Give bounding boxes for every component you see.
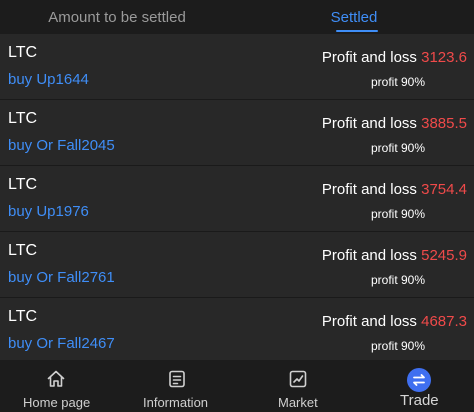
coin-name: LTC	[8, 176, 38, 193]
profit-and-loss-label: Profit and loss	[321, 313, 417, 330]
tab-bar: Amount to be settled Settled	[0, 0, 474, 34]
profit-and-loss-value: 3885.5	[421, 115, 467, 132]
list-item[interactable]: LTC buy Up1976 Profit and loss 3754.4 pr…	[0, 166, 474, 232]
active-tab-indicator	[336, 30, 378, 32]
nav-label-information: Information	[143, 395, 209, 410]
profit-and-loss-label: Profit and loss	[321, 49, 417, 66]
nav-label-trade: Trade	[400, 392, 439, 409]
nav-label-home: Home page	[23, 395, 91, 410]
tab-label: Settled	[330, 8, 378, 26]
list-item[interactable]: LTC buy Up1644 Profit and loss 3123.6 pr…	[0, 34, 474, 100]
profit-and-loss-value: 5245.9	[421, 247, 467, 264]
list-item[interactable]: LTC buy Or Fall2467 Profit and loss 4687…	[0, 298, 474, 362]
profit-rate: profit 90%	[370, 339, 425, 353]
profit-rate: profit 90%	[370, 141, 425, 155]
nav-item-market[interactable]: Market	[240, 360, 356, 412]
list-item[interactable]: LTC buy Or Fall2045 Profit and loss 3885…	[0, 100, 474, 166]
document-icon	[169, 370, 185, 388]
profit-and-loss: Profit and loss 3123.6	[322, 49, 467, 66]
coin-name: LTC	[8, 44, 38, 61]
tab-label: Amount to be settled	[48, 8, 186, 26]
list-item[interactable]: LTC buy Or Fall2761 Profit and loss 5245…	[0, 232, 474, 298]
nav-item-information[interactable]: Information	[114, 360, 240, 412]
profit-rate: profit 90%	[370, 207, 425, 221]
profit-and-loss-value: 4687.3	[421, 313, 467, 330]
trade-direction: buy Or Fall2467	[8, 335, 115, 352]
trade-direction: buy Up1976	[8, 203, 89, 220]
profit-rate: profit 90%	[370, 273, 425, 287]
profit-and-loss-value: 3123.6	[421, 49, 467, 66]
nav-item-home[interactable]: Home page	[0, 360, 114, 412]
profit-and-loss: Profit and loss 4687.3	[322, 313, 467, 330]
chart-icon	[289, 370, 307, 388]
coin-name: LTC	[8, 242, 38, 259]
swap-arrows-glyph	[413, 374, 425, 386]
swap-icon	[407, 368, 431, 392]
profit-and-loss: Profit and loss 5245.9	[322, 247, 467, 264]
profit-rate: profit 90%	[370, 75, 425, 89]
profit-and-loss-label: Profit and loss	[321, 247, 417, 264]
profit-and-loss-label: Profit and loss	[321, 115, 417, 132]
nav-item-trade[interactable]: Trade	[356, 360, 474, 412]
profit-and-loss-label: Profit and loss	[321, 181, 417, 198]
coin-name: LTC	[8, 308, 38, 325]
profit-and-loss-value: 3754.4	[421, 181, 467, 198]
trade-direction: buy Up1644	[8, 71, 89, 88]
trade-direction: buy Or Fall2045	[8, 137, 115, 154]
profit-and-loss: Profit and loss 3885.5	[322, 115, 467, 132]
nav-label-market: Market	[278, 395, 318, 410]
profit-and-loss: Profit and loss 3754.4	[322, 181, 467, 198]
tab-amount-to-be-settled[interactable]: Amount to be settled	[0, 0, 234, 34]
settled-orders-list: LTC buy Up1644 Profit and loss 3123.6 pr…	[0, 34, 474, 362]
home-icon	[47, 370, 65, 387]
trade-direction: buy Or Fall2761	[8, 269, 115, 286]
bottom-navigation: Home page Information Market Trade	[0, 360, 474, 412]
tab-settled[interactable]: Settled	[234, 0, 474, 34]
coin-name: LTC	[8, 110, 38, 127]
